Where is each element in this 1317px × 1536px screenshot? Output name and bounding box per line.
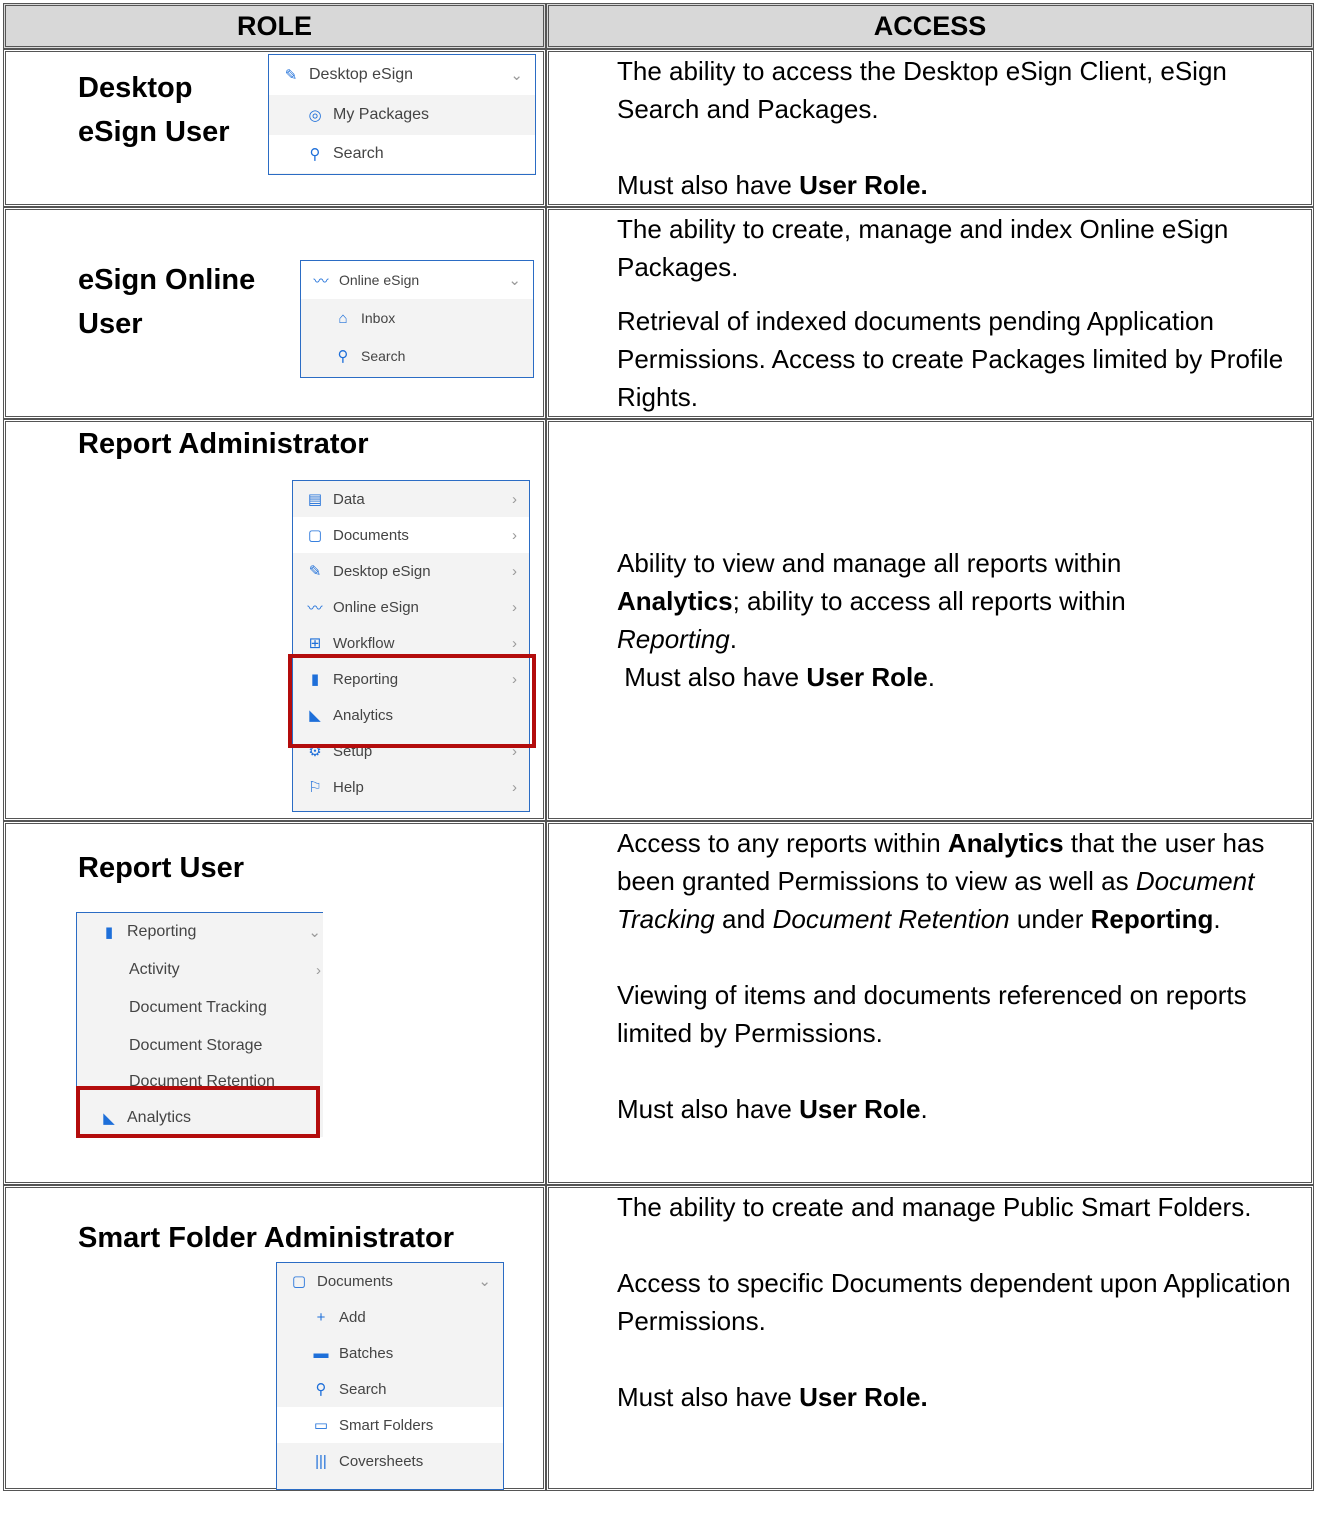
file-icon: ▮: [104, 924, 114, 941]
chevron-right-icon: ›: [512, 490, 517, 508]
menu-item-my-packages[interactable]: ◎ My Packages: [269, 95, 535, 135]
chevron-down-icon: ⌄: [508, 272, 521, 289]
search-icon: ⚲: [337, 348, 349, 365]
menu-item-documents[interactable]: ▢ Documents ⌄: [277, 1263, 503, 1299]
access-cell: The ability to access the Desktop eSign …: [546, 49, 1314, 207]
chevron-right-icon: ›: [512, 598, 517, 616]
menu-item-search[interactable]: ⚲ Search: [269, 135, 535, 173]
role-cell: Report Administrator ▤ Data › ▢ Documents › …: [3, 419, 546, 821]
role-name: Report Administrator: [78, 428, 369, 460]
search-icon: ⚲: [315, 1381, 327, 1398]
menu-item-help[interactable]: ⚐ Help ›: [293, 769, 529, 805]
menu-item-add[interactable]: + Add: [277, 1299, 503, 1335]
role-cell: Report User ▮ Reporting ⌄ Activity › Docume…: [3, 821, 546, 1185]
archive-icon: ▬: [313, 1344, 329, 1362]
chevron-right-icon: ›: [512, 778, 517, 796]
flag-icon: ⚐: [308, 779, 322, 796]
desktop-esign-menu: ✎ Desktop eSign ⌄ ◎ My Packages ⚲ Search: [268, 54, 536, 175]
chevron-down-icon: ⌄: [510, 67, 523, 84]
roles-table: ROLE ACCESS Desktop eSign User ✎ Desktop…: [3, 3, 1314, 1491]
menu-item-smart-folders[interactable]: ▭ Smart Folders: [277, 1407, 503, 1443]
menu-item-activity[interactable]: Activity ›: [77, 951, 323, 989]
menu-item-reporting[interactable]: ▮ Reporting ⌄: [77, 913, 323, 951]
inbox-icon: ⌂: [338, 309, 348, 327]
pencil-icon: ✎: [308, 563, 322, 580]
menu-item-document-storage[interactable]: Document Storage: [77, 1027, 323, 1065]
role-name: Report User: [78, 852, 244, 884]
barcode-icon: |||: [315, 1452, 327, 1470]
signature-icon: 〰: [313, 272, 329, 290]
menu-item-document-tracking[interactable]: Document Tracking: [77, 989, 323, 1027]
table-row: Report User ▮ Reporting ⌄ Activity › Docume…: [3, 821, 1314, 1185]
menu-item-desktop-esign[interactable]: ✎ Desktop eSign ›: [293, 553, 529, 589]
role-name: eSign Online User: [78, 264, 256, 340]
online-esign-menu: 〰 Online eSign ⌄ ⌂ Inbox ⚲ Search: [300, 260, 534, 378]
table-row: eSign Online User 〰 Online eSign ⌄ ⌂ Inb…: [3, 207, 1314, 419]
menu-item-coversheets[interactable]: ||| Coversheets: [277, 1443, 503, 1479]
chevron-right-icon: ›: [316, 961, 321, 979]
menu-item-data[interactable]: ▤ Data ›: [293, 481, 529, 517]
chevron-right-icon: ›: [512, 562, 517, 580]
table-row: Smart Folder Administrator ▢ Documents ⌄ +…: [3, 1185, 1314, 1491]
pencil-icon: ✎: [284, 67, 298, 84]
menu-item-documents[interactable]: ▢ Documents ›: [293, 517, 529, 553]
database-icon: ▤: [307, 491, 323, 508]
header-role: ROLE: [3, 3, 546, 49]
table-row: Report Administrator ▤ Data › ▢ Documents › …: [3, 419, 1314, 821]
menu-item-batches[interactable]: ▬ Batches: [277, 1335, 503, 1371]
highlight-box: [76, 1086, 320, 1138]
documents-menu: ▢ Documents ⌄ + Add ▬ Batches ⚲ Search ▭ Smart…: [276, 1262, 504, 1490]
access-cell: Ability to view and manage all reports w…: [546, 419, 1314, 821]
chevron-right-icon: ›: [512, 526, 517, 544]
access-cell: The ability to create, manage and index …: [546, 207, 1314, 419]
menu-item-search[interactable]: ⚲ Search: [301, 337, 533, 375]
sitemap-icon: ⊞: [308, 635, 322, 652]
signature-icon: 〰: [307, 599, 323, 617]
chevron-down-icon: ⌄: [308, 924, 321, 941]
search-icon: ⚲: [309, 146, 321, 163]
access-cell: Access to any reports within Analytics t…: [546, 821, 1314, 1185]
clipboard-icon: ▢: [307, 527, 323, 544]
chevron-down-icon: ⌄: [478, 1273, 491, 1290]
chevron-right-icon: ›: [512, 634, 517, 652]
role-name: Desktop eSign User: [78, 72, 230, 148]
user-circle-icon: ◎: [308, 107, 322, 124]
highlight-box: [288, 654, 536, 748]
main-menu: ▤ Data › ▢ Documents › ✎ Desktop eSign › 〰 Onli…: [292, 480, 530, 812]
clipboard-icon: ▢: [291, 1273, 307, 1290]
table-row: Desktop eSign User ✎ Desktop eSign ⌄ ◎ M…: [3, 49, 1314, 207]
plus-icon: +: [316, 1308, 326, 1326]
menu-item-desktop-esign[interactable]: ✎ Desktop eSign ⌄: [269, 55, 535, 95]
menu-item-online-esign[interactable]: 〰 Online eSign ›: [293, 589, 529, 625]
menu-item-online-esign[interactable]: 〰 Online eSign ⌄: [301, 261, 533, 299]
access-cell: The ability to create and manage Public …: [546, 1185, 1314, 1491]
role-name: Smart Folder Administrator: [78, 1222, 454, 1254]
folder-icon: ▭: [313, 1417, 329, 1434]
role-cell: eSign Online User 〰 Online eSign ⌄ ⌂ Inb…: [3, 207, 546, 419]
role-cell: Desktop eSign User ✎ Desktop eSign ⌄ ◎ M…: [3, 49, 546, 207]
header-access: ACCESS: [546, 3, 1314, 49]
menu-item-inbox[interactable]: ⌂ Inbox: [301, 299, 533, 337]
menu-item-search[interactable]: ⚲ Search: [277, 1371, 503, 1407]
role-cell: Smart Folder Administrator ▢ Documents ⌄ +…: [3, 1185, 546, 1491]
